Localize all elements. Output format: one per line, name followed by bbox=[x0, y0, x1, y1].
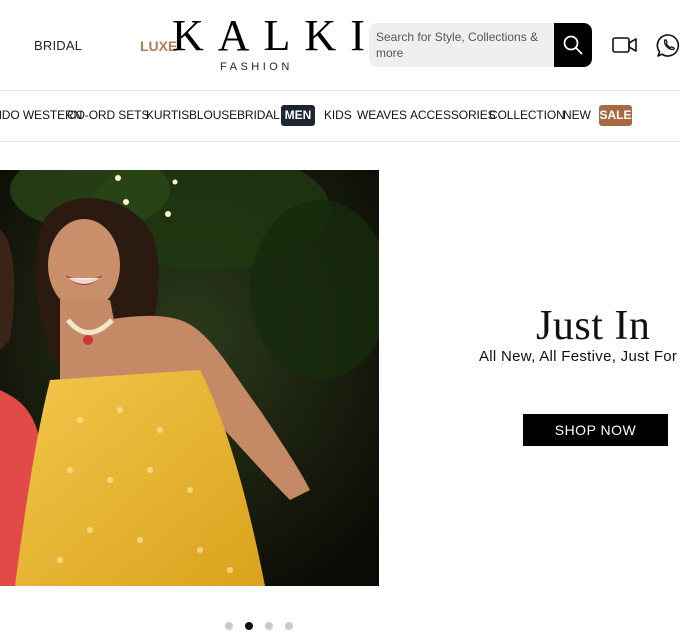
bridal-link[interactable]: BRIDAL bbox=[34, 38, 82, 53]
search-icon bbox=[563, 35, 583, 55]
hero-photo-illustration bbox=[0, 170, 379, 586]
carousel-dot-2[interactable] bbox=[245, 622, 253, 630]
nav-item-sale[interactable]: SALE bbox=[599, 105, 632, 126]
nav-item-weaves[interactable]: WEAVES bbox=[357, 108, 407, 122]
carousel-dot-3[interactable] bbox=[265, 622, 273, 630]
nav-item-accessories[interactable]: ACCESSORIES bbox=[410, 108, 496, 122]
shop-now-button[interactable]: SHOP NOW bbox=[523, 414, 668, 446]
hero-subtitle: All New, All Festive, Just For You bbox=[479, 348, 681, 365]
nav-item-collection[interactable]: COLLECTION bbox=[489, 108, 565, 122]
nav-item-kurtis[interactable]: KURTIS bbox=[146, 108, 189, 122]
search-button[interactable] bbox=[554, 23, 592, 67]
nav-item-kids[interactable]: KIDS bbox=[324, 108, 352, 122]
nav-item-blouse[interactable]: BLOUSE bbox=[189, 108, 237, 122]
carousel-dot-1[interactable] bbox=[225, 622, 233, 630]
nav-item-men[interactable]: MEN bbox=[281, 105, 315, 126]
search-bar[interactable]: Search for Style, Collections & more bbox=[369, 23, 592, 67]
nav-item-coord-sets[interactable]: CO-ORD SETS bbox=[67, 108, 149, 122]
kalki-logo[interactable]: KALKI FASHION bbox=[172, 11, 379, 74]
logo-wordmark: KALKI bbox=[172, 11, 379, 60]
site-header: BRIDAL LUXE KALKI FASHION Search for Sty… bbox=[0, 0, 681, 91]
nav-item-new[interactable]: NEW bbox=[563, 108, 591, 122]
video-call-icon[interactable] bbox=[612, 34, 638, 56]
logo-tagline: FASHION bbox=[220, 61, 293, 73]
carousel-dot-4[interactable] bbox=[285, 622, 293, 630]
hero-content: Just In All New, All Festive, Just For Y… bbox=[380, 170, 681, 586]
hero-banner-image[interactable] bbox=[0, 170, 379, 586]
nav-item-bridal[interactable]: BRIDAL bbox=[237, 108, 280, 122]
hero-title: Just In bbox=[536, 303, 651, 349]
whatsapp-icon[interactable] bbox=[656, 33, 681, 58]
category-nav: INDO WESTERN CO-ORD SETS KURTIS BLOUSE B… bbox=[0, 91, 681, 142]
search-input[interactable]: Search for Style, Collections & more bbox=[376, 29, 546, 61]
